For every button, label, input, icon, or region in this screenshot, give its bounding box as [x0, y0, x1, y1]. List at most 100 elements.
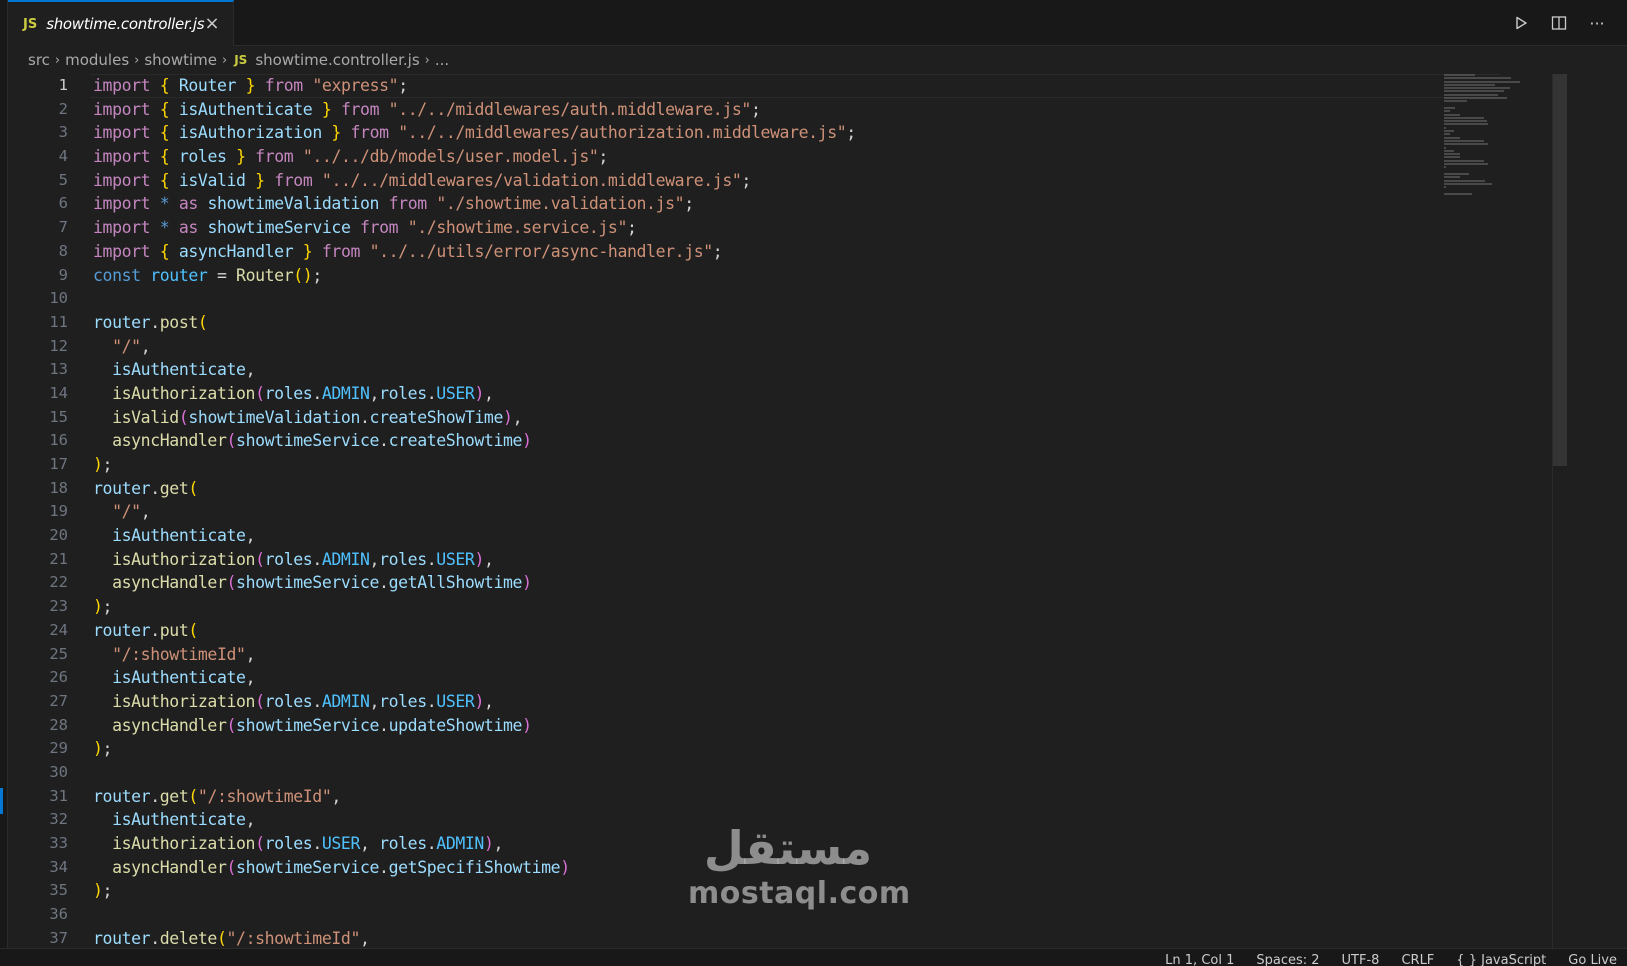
code-line[interactable]: asyncHandler(showtimeService.getAllShowt…	[93, 571, 856, 595]
code-line[interactable]: isValid(showtimeValidation.createShowTim…	[93, 406, 856, 430]
code-line[interactable]: isAuthorization(roles.ADMIN,roles.USER),	[93, 548, 856, 572]
code-line[interactable]: );	[93, 737, 856, 761]
code-token: as	[178, 218, 198, 238]
code-token: isAuthorization	[178, 123, 322, 143]
code-line[interactable]	[93, 903, 856, 927]
vertical-scrollbar[interactable]	[1553, 74, 1567, 466]
code-line[interactable]: import { isValid } from "../../middlewar…	[93, 169, 856, 193]
code-token: showtimeService	[236, 857, 380, 877]
code-token: Router	[236, 265, 294, 285]
code-editor[interactable]: 1 2 3 4 5 6 7 8 9 10 11 12 13 14 15 16 17 18 19 20 21 22 23 24 2…	[8, 74, 1627, 948]
code-token: ,	[483, 383, 494, 403]
split-editor-icon[interactable]	[1549, 13, 1569, 33]
code-line[interactable]: );	[93, 453, 856, 477]
line-number: 20	[49, 526, 68, 545]
more-actions-icon[interactable]: ···	[1587, 13, 1607, 33]
code-line[interactable]: import { Router } from "express";	[93, 74, 856, 98]
code-line[interactable]: asyncHandler(showtimeService.getSpecifiS…	[93, 856, 856, 880]
code-token: {	[159, 76, 170, 95]
code-line[interactable]: import { isAuthenticate } from "../../mi…	[93, 98, 856, 122]
status-indentation[interactable]: Spaces: 2	[1256, 953, 1319, 966]
code-token: {	[159, 170, 170, 190]
code-token: from	[388, 194, 428, 214]
status-go-live[interactable]: Go Live	[1568, 953, 1617, 966]
code-token: ;	[627, 218, 637, 238]
code-token: ;	[102, 881, 113, 901]
code-line[interactable]: isAuthenticate,	[93, 524, 856, 548]
code-line[interactable]: isAuthenticate,	[93, 666, 856, 690]
code-token: ;	[846, 123, 856, 143]
breadcrumb-src[interactable]: src	[28, 51, 50, 69]
code-token: showtimeService	[236, 715, 380, 735]
code-token: ;	[102, 597, 113, 617]
code-token: as	[178, 194, 198, 214]
code-line[interactable]: isAuthenticate,	[93, 358, 856, 382]
code-token: (	[178, 407, 189, 427]
code-line[interactable]: isAuthorization(roles.ADMIN,roles.USER),	[93, 382, 856, 406]
run-icon[interactable]	[1511, 13, 1531, 33]
minimap-line	[1444, 153, 1461, 156]
line-number: 16	[49, 431, 68, 450]
code-token: roles	[379, 834, 427, 853]
breadcrumb-file[interactable]: showtime.controller.js	[255, 51, 419, 69]
status-eol[interactable]: CRLF	[1401, 953, 1434, 966]
code-token: .	[426, 549, 437, 569]
code-line[interactable]: );	[93, 595, 856, 619]
breadcrumb-modules[interactable]: modules	[65, 51, 129, 69]
minimap-line	[1444, 179, 1485, 182]
code-line[interactable]: import { isAuthorization } from "../../m…	[93, 121, 856, 145]
line-number: 15	[49, 407, 68, 426]
code-line[interactable]: import { roles } from "../../db/models/u…	[93, 145, 856, 169]
line-number: 23	[49, 597, 68, 616]
line-number: 35	[49, 881, 68, 900]
breadcrumb-showtime[interactable]: showtime	[144, 51, 217, 69]
code-line[interactable]: "/:showtimeId",	[93, 643, 856, 667]
code-token: ,	[140, 502, 151, 522]
breadcrumb-symbols[interactable]: ...	[435, 51, 449, 69]
code-line[interactable]: asyncHandler(showtimeService.updateShowt…	[93, 714, 856, 738]
code-line[interactable]: asyncHandler(showtimeService.createShowt…	[93, 429, 856, 453]
code-line[interactable]: "/",	[93, 335, 856, 359]
code-line[interactable]: import { asyncHandler } from "../../util…	[93, 240, 856, 264]
line-number: 1	[58, 76, 68, 94]
code-line[interactable]: const router = Router();	[93, 264, 856, 288]
code-token: ,	[245, 668, 256, 688]
code-token: .	[150, 928, 160, 948]
code-line[interactable]: isAuthenticate,	[93, 808, 856, 832]
tab-showtime-controller[interactable]: JS showtime.controller.js ×	[8, 0, 234, 46]
code-line[interactable]: import * as showtimeValidation from "./s…	[93, 192, 856, 216]
status-language[interactable]: { } JavaScript	[1456, 953, 1546, 966]
code-line[interactable]: isAuthorization(roles.ADMIN,roles.USER),	[93, 690, 856, 714]
code-token: )	[93, 455, 103, 474]
code-line[interactable]: router.get(	[93, 477, 856, 501]
code-line[interactable]: "/",	[93, 500, 856, 524]
minimap[interactable]	[1444, 74, 1544, 195]
code-line[interactable]: router.post(	[93, 311, 856, 335]
code-line[interactable]: );	[93, 879, 856, 903]
line-number: 11	[49, 312, 68, 331]
code-line[interactable]	[93, 287, 856, 311]
minimap-line	[1444, 182, 1492, 185]
code-token: "../../middlewares/auth.middleware.js"	[388, 99, 752, 119]
code-content[interactable]: import { Router } from "express"; import …	[93, 74, 856, 948]
code-line[interactable]: import * as showtimeService from "./show…	[93, 216, 856, 240]
close-icon[interactable]: ×	[203, 15, 221, 33]
code-line[interactable]: isAuthorization(roles.USER, roles.ADMIN)…	[93, 832, 856, 856]
code-line[interactable]: router.delete("/:showtimeId",	[93, 927, 856, 948]
code-line[interactable]: router.get("/:showtimeId",	[93, 785, 856, 809]
status-encoding[interactable]: UTF-8	[1342, 953, 1380, 966]
status-cursor-position[interactable]: Ln 1, Col 1	[1165, 953, 1234, 966]
code-token: isAuthorization	[112, 691, 256, 711]
code-line[interactable]	[93, 761, 856, 785]
code-line[interactable]: router.put(	[93, 619, 856, 643]
code-token: *	[159, 194, 170, 214]
code-token: "/"	[112, 336, 141, 356]
code-token: {	[159, 99, 170, 119]
